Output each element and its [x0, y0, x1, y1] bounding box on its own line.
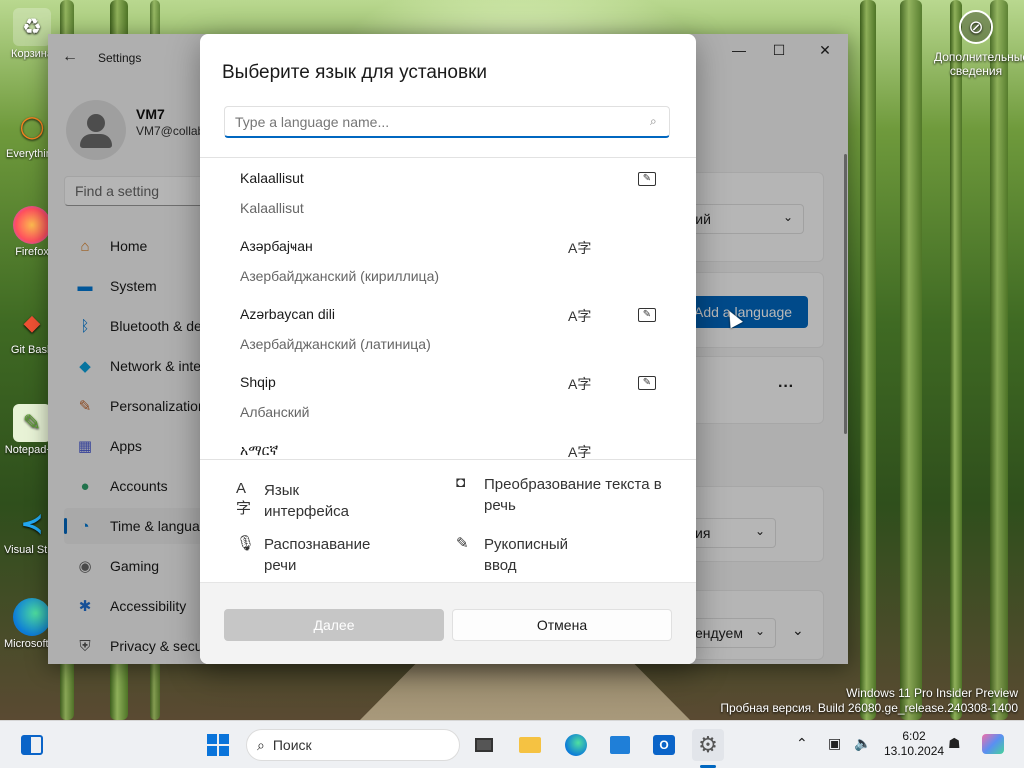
volume-icon[interactable]: 🔈: [854, 735, 871, 752]
language-list: Kalaallisut Kalaallisut ✎ Азәрбајҹан Азе…: [200, 158, 696, 458]
firefox-icon: [13, 206, 51, 244]
info-circle-icon: ⊘: [959, 10, 993, 44]
more-info-shortcut[interactable]: ⊘ Дополнительные сведения: [934, 10, 1024, 78]
taskbar: ⌕ Поиск O ⚙ ⌃ ▣ 🔈 6:02 13.10.2024 ☗: [0, 720, 1024, 768]
language-item[interactable]: Shqip Албанский A字 ✎: [200, 362, 696, 430]
feature-label: Распознавание речи: [264, 536, 371, 574]
clock[interactable]: 6:02 13.10.2024: [884, 729, 944, 759]
display-language-icon: A字: [568, 240, 592, 256]
language-search-input[interactable]: [224, 106, 670, 138]
watermark-line: Windows 11 Pro Insider Preview: [846, 686, 1018, 700]
handwriting-icon: ✎: [638, 172, 656, 186]
widgets-icon[interactable]: [16, 729, 48, 761]
language-translated-name: Азербайджанский (кириллица): [240, 268, 440, 284]
language-item[interactable]: አማርኛ A字: [200, 430, 696, 458]
feature-label: Рукописный ввод: [484, 536, 569, 574]
search-label: Поиск: [272, 737, 312, 753]
copilot-icon[interactable]: [982, 734, 1004, 754]
build-watermark: Windows 11 Pro Insider Preview Пробная в…: [720, 686, 1018, 716]
dialog-title: Выберите язык для установки: [222, 62, 487, 83]
notepadpp-icon: ✎: [13, 404, 51, 442]
edge-icon: [13, 598, 51, 636]
dialog-footer: Далее Отмена: [200, 582, 696, 664]
network-icon[interactable]: ▣: [828, 735, 841, 752]
cancel-button[interactable]: Отмена: [452, 609, 672, 641]
language-native-name: አማርኛ: [240, 442, 279, 458]
task-view-icon[interactable]: [468, 729, 500, 761]
display-language-icon: A字: [568, 308, 592, 324]
choose-language-dialog: Выберите язык для установки ⌕ Kalaallisu…: [200, 34, 696, 664]
store-icon[interactable]: [604, 729, 636, 761]
everything-search-icon: ◯: [19, 114, 45, 139]
language-translated-name: Албанский: [240, 404, 310, 420]
outlook-new-icon[interactable]: O: [648, 729, 680, 761]
edge-icon[interactable]: [560, 729, 592, 761]
microphone-icon: 🎙: [236, 535, 256, 552]
feature-label: Преобразование текста в речь: [484, 476, 662, 514]
language-native-name: Kalaallisut: [240, 170, 304, 186]
language-translated-name: Азербайджанский (латиница): [240, 336, 431, 352]
text-to-speech-icon: ◘: [456, 474, 466, 491]
language-native-name: Азәрбајҹан: [240, 238, 313, 254]
display-language-icon: A字: [236, 480, 252, 517]
handwriting-icon: ✎: [638, 376, 656, 390]
file-explorer-icon[interactable]: [514, 729, 546, 761]
start-icon[interactable]: [202, 729, 234, 761]
search-icon: ⌕: [650, 114, 657, 128]
feature-label: Язык интерфейса: [264, 482, 349, 520]
display-language-icon: A字: [568, 376, 592, 392]
git-bash-icon: ◆: [23, 310, 41, 335]
handwriting-icon: ✎: [638, 308, 656, 322]
language-native-name: Shqip: [240, 374, 276, 390]
more-info-label: Дополнительные сведения: [934, 50, 1024, 78]
language-translated-name: Kalaallisut: [240, 200, 304, 216]
chevron-up-icon[interactable]: ⌃: [796, 735, 808, 752]
notifications-icon[interactable]: ☗: [948, 735, 961, 752]
next-button[interactable]: Далее: [224, 609, 444, 641]
search-icon: ⌕: [257, 737, 265, 753]
taskbar-search-box[interactable]: ⌕ Поиск: [246, 729, 460, 761]
language-item[interactable]: Azərbaycan dili Азербайджанский (латиниц…: [200, 294, 696, 362]
language-item[interactable]: Kalaallisut Kalaallisut ✎: [200, 158, 696, 226]
language-native-name: Azərbaycan dili: [240, 306, 335, 322]
vscode-icon: ≺: [20, 507, 44, 539]
clock-time: 6:02: [902, 729, 926, 743]
clock-date: 13.10.2024: [884, 744, 945, 758]
settings-icon[interactable]: ⚙: [692, 729, 724, 761]
language-item[interactable]: Азәрбајҹан Азербайджанский (кириллица) A…: [200, 226, 696, 294]
watermark-line: Пробная версия. Build 26080.ge_release.2…: [720, 701, 1018, 715]
recycle-bin-icon: ♻: [13, 8, 51, 46]
handwriting-icon: ✎: [456, 535, 469, 552]
display-language-icon: A字: [568, 444, 592, 458]
